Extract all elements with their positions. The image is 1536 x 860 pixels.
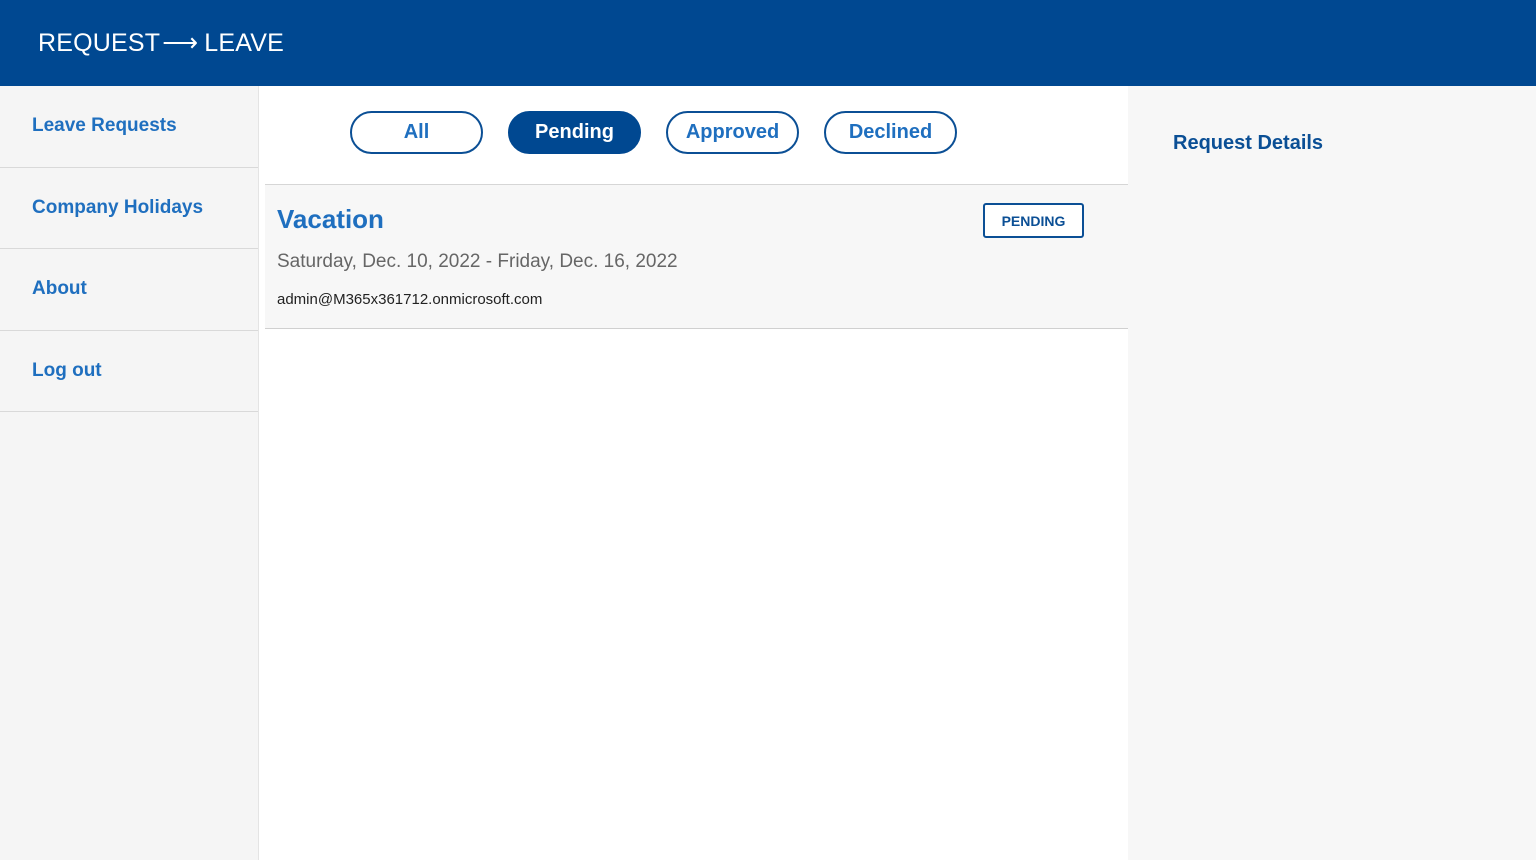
app-header: REQUEST ⟶ LEAVE: [0, 0, 1536, 86]
details-heading: Request Details: [1173, 132, 1324, 154]
request-title: Vacation: [277, 204, 384, 234]
sidebar-item-label: Log out: [32, 359, 102, 381]
brand-leave-text: LEAVE: [204, 28, 285, 57]
brand-request-text: REQUEST: [38, 28, 161, 57]
request-list-panel: All Pending Approved Declined Vacation P…: [259, 86, 1128, 860]
filter-pending-button[interactable]: Pending: [508, 111, 641, 154]
sidebar-item-company-holidays[interactable]: Company Holidays: [0, 168, 258, 249]
request-card[interactable]: Vacation PENDING Saturday, Dec. 10, 2022…: [265, 185, 1128, 329]
filter-declined-button[interactable]: Declined: [824, 111, 957, 154]
sidebar-item-label: Company Holidays: [32, 196, 204, 218]
sidebar-item-leave-requests[interactable]: Leave Requests: [0, 86, 258, 168]
sidebar-nav: Leave Requests Company Holidays About Lo…: [0, 86, 259, 860]
status-badge: PENDING: [983, 203, 1084, 238]
arrow-right-icon: ⟶: [162, 29, 199, 57]
filter-approved-button[interactable]: Approved: [666, 111, 799, 154]
status-filter-group: All Pending Approved Declined: [350, 111, 957, 154]
sidebar-item-log-out[interactable]: Log out: [0, 331, 258, 412]
request-details-panel: Request Details: [1128, 86, 1536, 860]
sidebar-item-label: About: [32, 278, 87, 300]
app-logo[interactable]: REQUEST ⟶ LEAVE: [38, 28, 284, 58]
filter-all-button[interactable]: All: [350, 111, 483, 154]
sidebar-item-label: Leave Requests: [32, 115, 177, 137]
request-list: Vacation PENDING Saturday, Dec. 10, 2022…: [265, 184, 1128, 329]
sidebar-item-about[interactable]: About: [0, 249, 258, 331]
requester-email: admin@M365x361712.onmicrosoft.com: [277, 291, 543, 308]
request-date-range: Saturday, Dec. 10, 2022 - Friday, Dec. 1…: [277, 251, 678, 272]
